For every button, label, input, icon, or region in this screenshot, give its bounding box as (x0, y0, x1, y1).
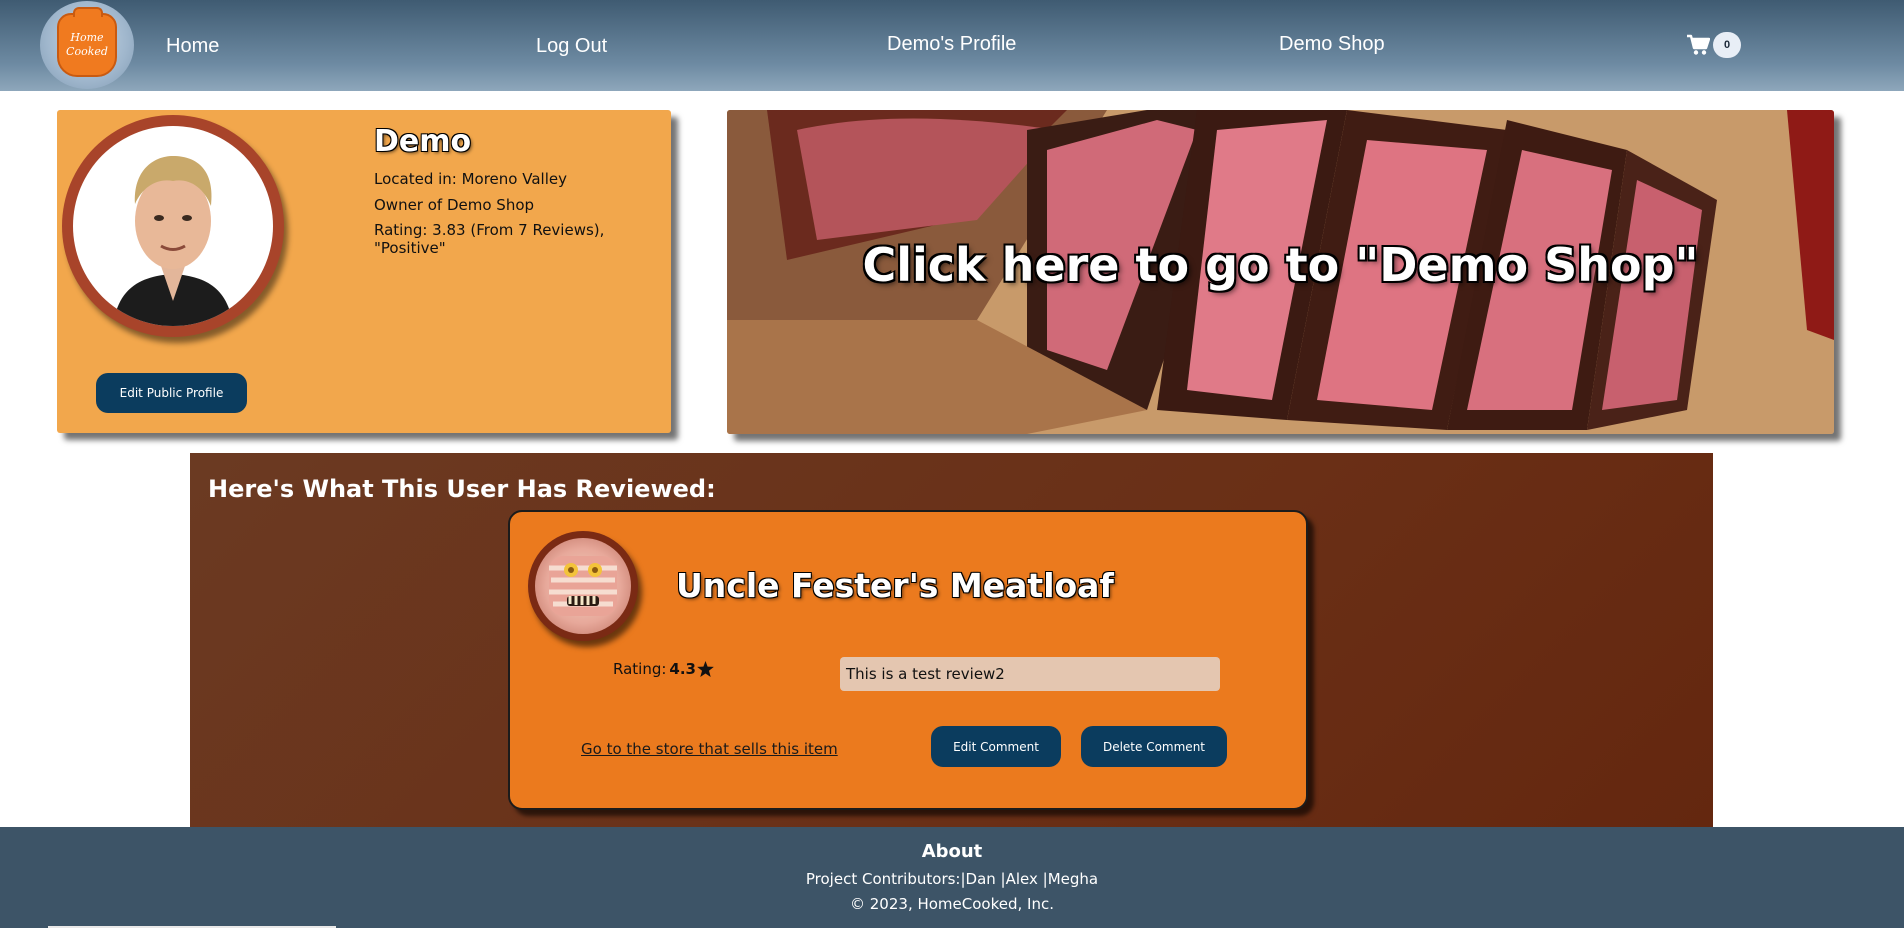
nav-link-profile[interactable]: Demo's Profile (887, 33, 1016, 56)
nav-link-shop[interactable]: Demo Shop (1279, 33, 1385, 56)
star-icon (697, 661, 714, 677)
cart-count-badge: 0 (1713, 32, 1741, 58)
profile-card: Demo Located in: Moreno Valley Owner of … (57, 110, 671, 433)
avatar-image (73, 126, 273, 326)
nav-link-home[interactable]: Home (166, 35, 219, 58)
go-to-store-link[interactable]: Go to the store that sells this item (581, 740, 838, 758)
homecooked-logo[interactable]: Home Cooked (40, 1, 134, 89)
review-comment-field[interactable]: This is a test review2 (840, 657, 1220, 691)
delete-comment-button[interactable]: Delete Comment (1081, 726, 1227, 767)
profile-rating: Rating: 3.83 (From 7 Reviews), "Positive… (374, 221, 605, 257)
footer: About Project Contributors:|Dan |Alex |M… (0, 827, 1904, 928)
meatloaf-mummy-icon (549, 556, 617, 616)
profile-shop-owner: Owner of Demo Shop (374, 196, 535, 214)
banner-caption: Click here to go to "Demo Shop" (862, 238, 1699, 292)
footer-about-title: About (921, 841, 983, 862)
navbar: Home Cooked Home Log Out Demo's Profile D… (0, 0, 1904, 91)
footer-copyright: © 2023, HomeCooked, Inc. (850, 895, 1054, 913)
item-name: Uncle Fester's Meatloaf (676, 566, 1114, 605)
meatloaf-image (535, 538, 631, 634)
person-portrait-icon (113, 156, 233, 326)
rating-label: Rating: (613, 660, 667, 678)
reviews-heading: Here's What This User Has Reviewed: (208, 475, 716, 503)
nav-link-log-out[interactable]: Log Out (536, 35, 607, 58)
review-rating: Rating: 4.3 (613, 660, 714, 678)
shop-banner-link[interactable]: Click here to go to "Demo Shop" (727, 110, 1834, 434)
shopping-cart-icon (1687, 34, 1710, 55)
rating-value: 4.3 (669, 660, 696, 678)
footer-contributors: Project Contributors:|Dan |Alex |Megha (805, 870, 1099, 888)
edit-comment-button[interactable]: Edit Comment (931, 726, 1061, 767)
reviews-section: Here's What This User Has Reviewed: Uncl… (190, 453, 1713, 827)
profile-avatar (62, 115, 284, 337)
item-thumbnail (528, 531, 638, 641)
logo-text-line1: Home (70, 31, 104, 44)
profile-name: Demo (374, 124, 472, 159)
logo-text-line2: Cooked (66, 45, 108, 58)
cart-button[interactable]: 0 (1686, 30, 1741, 60)
profile-location: Located in: Moreno Valley (374, 170, 567, 188)
review-card: Uncle Fester's Meatloaf Rating: 4.3 This… (508, 510, 1308, 810)
cooking-pot-icon: Home Cooked (57, 7, 117, 77)
edit-public-profile-button[interactable]: Edit Public Profile (96, 373, 247, 413)
